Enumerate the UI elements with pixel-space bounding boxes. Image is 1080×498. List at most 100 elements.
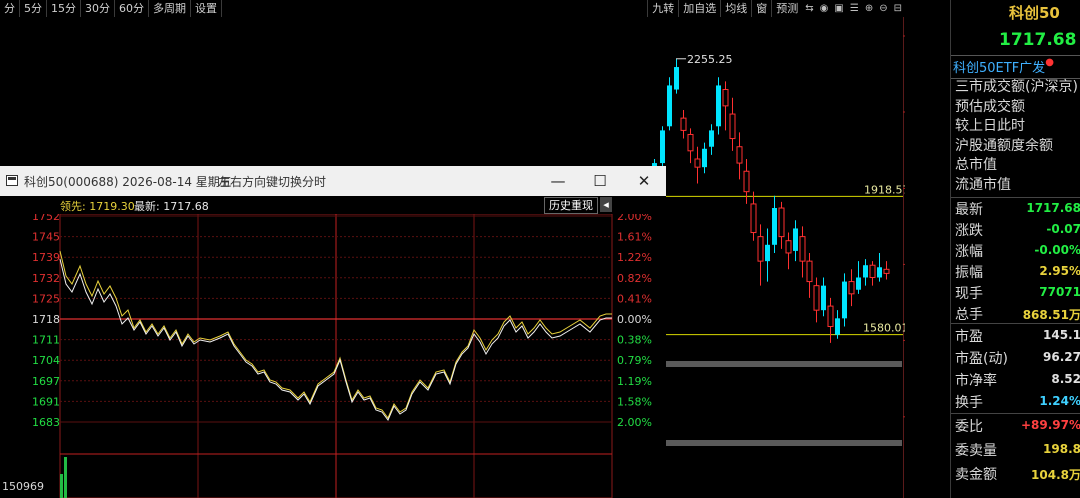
stat-row: 最新 1717.68 <box>955 199 1080 220</box>
pane-divider <box>666 440 902 446</box>
candle-body <box>709 130 714 147</box>
period-tab-3[interactable]: 30分 <box>81 0 115 17</box>
price-label: 1704 <box>32 354 60 367</box>
menu-item-5[interactable]: 流通市值 <box>955 176 1078 196</box>
history-arrow-icon[interactable]: ◂ <box>600 197 612 212</box>
list-icon[interactable]: ☰ <box>847 0 862 17</box>
popup-titlebar[interactable]: 科创50(000688) 2026-08-14 星期五 左右方向键切换分时 — … <box>0 166 666 197</box>
maximize-button[interactable]: ☐ <box>580 166 620 196</box>
candle-body <box>813 285 820 311</box>
camera-icon[interactable]: ▣ <box>831 0 846 17</box>
period-tab-4[interactable]: 60分 <box>115 0 149 17</box>
volume-label: 150969 <box>2 480 44 493</box>
quote-sidebar: 科创50 1717.68 科创50ETF广发● 三市成交额(沪深京) 预估成交额较… <box>950 0 1080 498</box>
popup-hint: 左右方向键切换分时 <box>218 175 327 189</box>
alert-dot-icon: ● <box>1045 57 1054 68</box>
tool-item-4[interactable]: 预测 <box>771 0 802 17</box>
eye-icon[interactable]: ◉ <box>817 0 832 17</box>
candle-body <box>883 268 890 274</box>
menu-item-4[interactable]: 总市值 <box>955 156 1078 176</box>
pct-label: 0.38% <box>617 334 652 347</box>
candle-body <box>821 285 826 311</box>
minimize-button[interactable]: — <box>538 166 578 196</box>
price-label: 1711 <box>32 334 60 347</box>
period-tab-2[interactable]: 15分 <box>47 0 81 17</box>
price-label: 1745 <box>32 231 60 244</box>
history-replay-button[interactable]: 历史重现 <box>544 197 598 214</box>
stat-row: 总手 868.51万 <box>955 304 1080 325</box>
stat-row: 市净率 8.52 <box>955 370 1080 391</box>
price-label: 1725 <box>32 292 60 305</box>
pct-label: 1.58% <box>617 395 652 408</box>
price-label: 1691 <box>32 395 60 408</box>
candle-body <box>848 281 855 295</box>
share-icon[interactable]: ⇆ <box>802 0 816 17</box>
stat-row: 委卖量 198.8 <box>955 440 1080 461</box>
period-tab-1[interactable]: 5分 <box>20 0 47 17</box>
last-price-label: 最新: 1717.68 <box>134 200 209 213</box>
stat-row: 卖金额 104.8万 <box>955 464 1080 485</box>
stat-label: 现手 <box>955 286 983 302</box>
candle-body <box>702 148 707 168</box>
menu-item-2[interactable]: 较上日此时 <box>955 117 1078 137</box>
popup-title: 科创50(000688) 2026-08-14 星期五 <box>24 175 232 189</box>
intraday-chart[interactable]: 1752 2.00% 1745 1.61% 1739 1.22% 1732 0.82% 1725… <box>0 214 666 498</box>
pct-label: 0.82% <box>617 272 652 285</box>
stat-value: 198.8 <box>1043 442 1080 456</box>
tool-item-3[interactable]: 窗 <box>751 0 771 17</box>
popup-infobar: 领先: 1719.30 最新: 1717.68 历史重现 ◂ <box>0 196 666 214</box>
period-tab-6[interactable]: 设置 <box>191 0 222 17</box>
pct-label: 1.22% <box>617 251 652 264</box>
pct-label: 1.19% <box>617 375 652 388</box>
stat-value: 77071 <box>1039 285 1080 299</box>
ref-line-upper-label: 1918.57 <box>864 183 905 196</box>
period-tab-0[interactable]: 分 <box>0 0 20 17</box>
candle-body <box>856 277 861 290</box>
stat-value: 2.95% <box>1039 264 1080 278</box>
chart-toolbar: 分 5分 15分 30分 60分 多周期 设置 九转 加自选 均线窗预测 ⇆ ◉ ▣ ☰ ⊕ ⊖ ⊟ <box>0 0 905 17</box>
stat-label: 市净率 <box>955 373 997 389</box>
etf-name[interactable]: 科创50ETF广发 <box>953 61 1045 76</box>
candle-body <box>877 267 882 278</box>
pct-label: 1.61% <box>617 231 652 244</box>
candle-body <box>722 89 729 107</box>
candle-body <box>660 130 665 164</box>
price-label: 1732 <box>32 272 60 285</box>
candle-body <box>716 85 721 127</box>
candle-body <box>869 264 876 278</box>
stat-row: 涨幅 -0.00% <box>955 241 1080 262</box>
period-tab-5[interactable]: 多周期 <box>149 0 191 17</box>
pct-label: 0.00% <box>617 313 652 326</box>
candle-body <box>694 158 701 168</box>
collapse-icon[interactable]: ⊟ <box>891 0 905 17</box>
etf-link[interactable]: 科创50ETF广发● <box>953 57 1054 76</box>
stat-value: 8.52 <box>1051 372 1080 386</box>
tool-item-2[interactable]: 均线 <box>720 0 751 17</box>
candle-body <box>842 281 847 319</box>
stat-value: 1.24% <box>1039 394 1080 408</box>
candle-body <box>778 207 785 238</box>
stat-value: 96.27 <box>1043 350 1080 364</box>
stat-row: 现手 77071 <box>955 283 1080 304</box>
candle-body <box>785 240 792 254</box>
stat-label: 总手 <box>955 307 983 323</box>
stat-value: 868.51万 <box>1022 308 1080 322</box>
candle-body <box>667 85 672 127</box>
tool-item-0[interactable]: 九转 <box>647 0 678 17</box>
candle-body <box>674 67 679 90</box>
pane-divider <box>666 361 902 367</box>
stat-value: 1717.68 <box>1026 201 1080 215</box>
price-label: 1739 <box>32 251 60 264</box>
close-button[interactable]: ✕ <box>624 166 664 196</box>
menu-item-3[interactable]: 沪股通额度余额 <box>955 137 1078 157</box>
candle-body <box>799 236 806 262</box>
price-label: 1752 <box>32 214 60 223</box>
stat-label: 最新 <box>955 202 983 218</box>
menu-item-1[interactable]: 预估成交额 <box>955 98 1078 118</box>
zoom-in-icon[interactable]: ⊕ <box>862 0 876 17</box>
zoom-out-icon[interactable]: ⊖ <box>876 0 890 17</box>
tool-item-1[interactable]: 加自选 <box>678 0 720 17</box>
pct-label: 2.00% <box>617 416 652 429</box>
menu-item-0[interactable]: 三市成交额(沪深京) <box>955 78 1078 98</box>
price-label: 1718 <box>32 313 60 326</box>
